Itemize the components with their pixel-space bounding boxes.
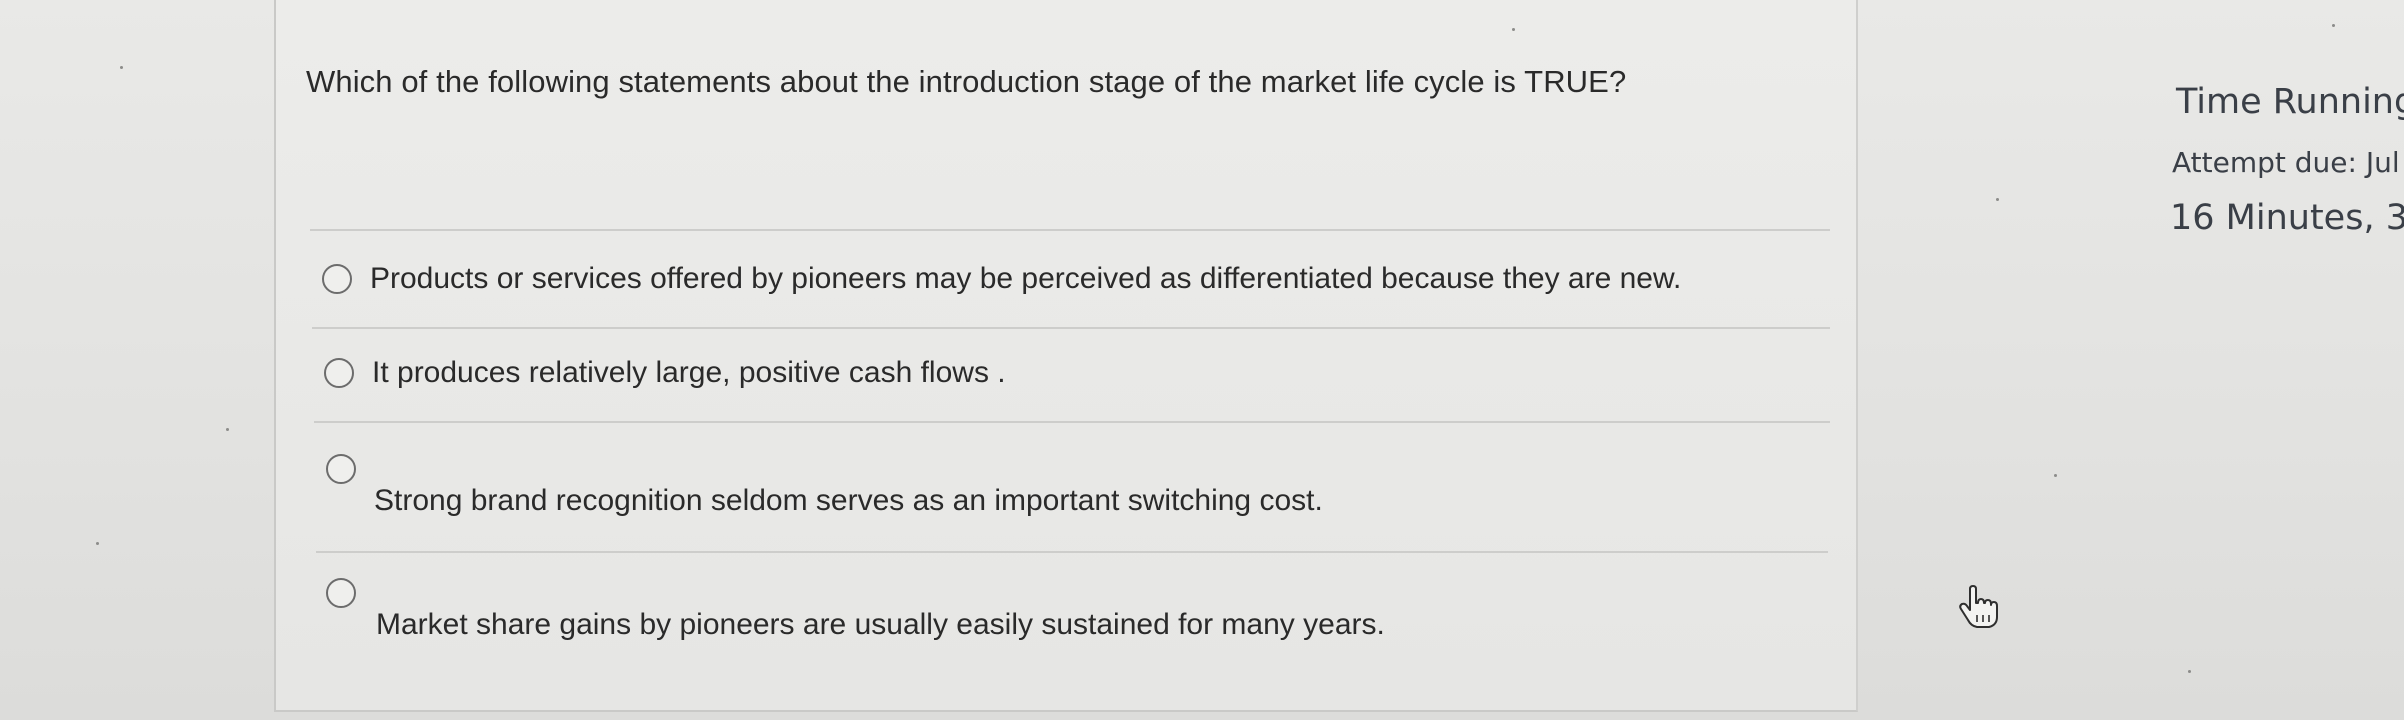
quiz-screen: Which of the following statements about … <box>0 0 2404 720</box>
time-remaining: 16 Minutes, 3 <box>2170 198 2404 238</box>
answer-label[interactable]: Products or services offered by pioneers… <box>370 262 1681 296</box>
timer-title: Time Running <box>2176 82 2404 122</box>
answer-option-2[interactable]: It produces relatively large, positive c… <box>322 340 1722 430</box>
screen-blemish <box>1512 28 1515 31</box>
divider <box>310 229 1830 231</box>
radio-button-icon[interactable] <box>322 264 352 294</box>
screen-blemish <box>96 542 99 545</box>
timer-panel: Time Running Attempt due: Jul 16 Minutes… <box>2160 70 2404 270</box>
screen-blemish <box>226 428 229 431</box>
question-text: Which of the following statements about … <box>306 64 1627 99</box>
answer-option-4[interactable]: Market share gains by pioneers are usual… <box>322 564 1722 654</box>
screen-blemish <box>120 66 123 69</box>
screen-blemish <box>2054 474 2057 477</box>
radio-button-icon[interactable] <box>326 578 356 608</box>
screen-blemish <box>2188 670 2191 673</box>
screen-blemish <box>2332 24 2335 27</box>
hand-pointer-icon <box>1959 585 1998 628</box>
answer-label[interactable]: Market share gains by pioneers are usual… <box>376 608 1385 642</box>
divider <box>316 551 1828 553</box>
answer-option-1[interactable]: Products or services offered by pioneers… <box>322 246 1722 336</box>
divider <box>314 421 1830 423</box>
attempt-due-text: Attempt due: Jul <box>2172 146 2400 179</box>
radio-button-icon[interactable] <box>326 454 356 484</box>
screen-blemish <box>1996 198 1999 201</box>
divider <box>312 327 1830 329</box>
radio-button-icon[interactable] <box>324 358 354 388</box>
answer-option-3[interactable]: Strong brand recognition seldom serves a… <box>322 440 1722 530</box>
question-card: Which of the following statements about … <box>274 0 1998 712</box>
answer-label[interactable]: Strong brand recognition seldom serves a… <box>374 484 1323 518</box>
answer-label[interactable]: It produces relatively large, positive c… <box>372 356 1006 390</box>
